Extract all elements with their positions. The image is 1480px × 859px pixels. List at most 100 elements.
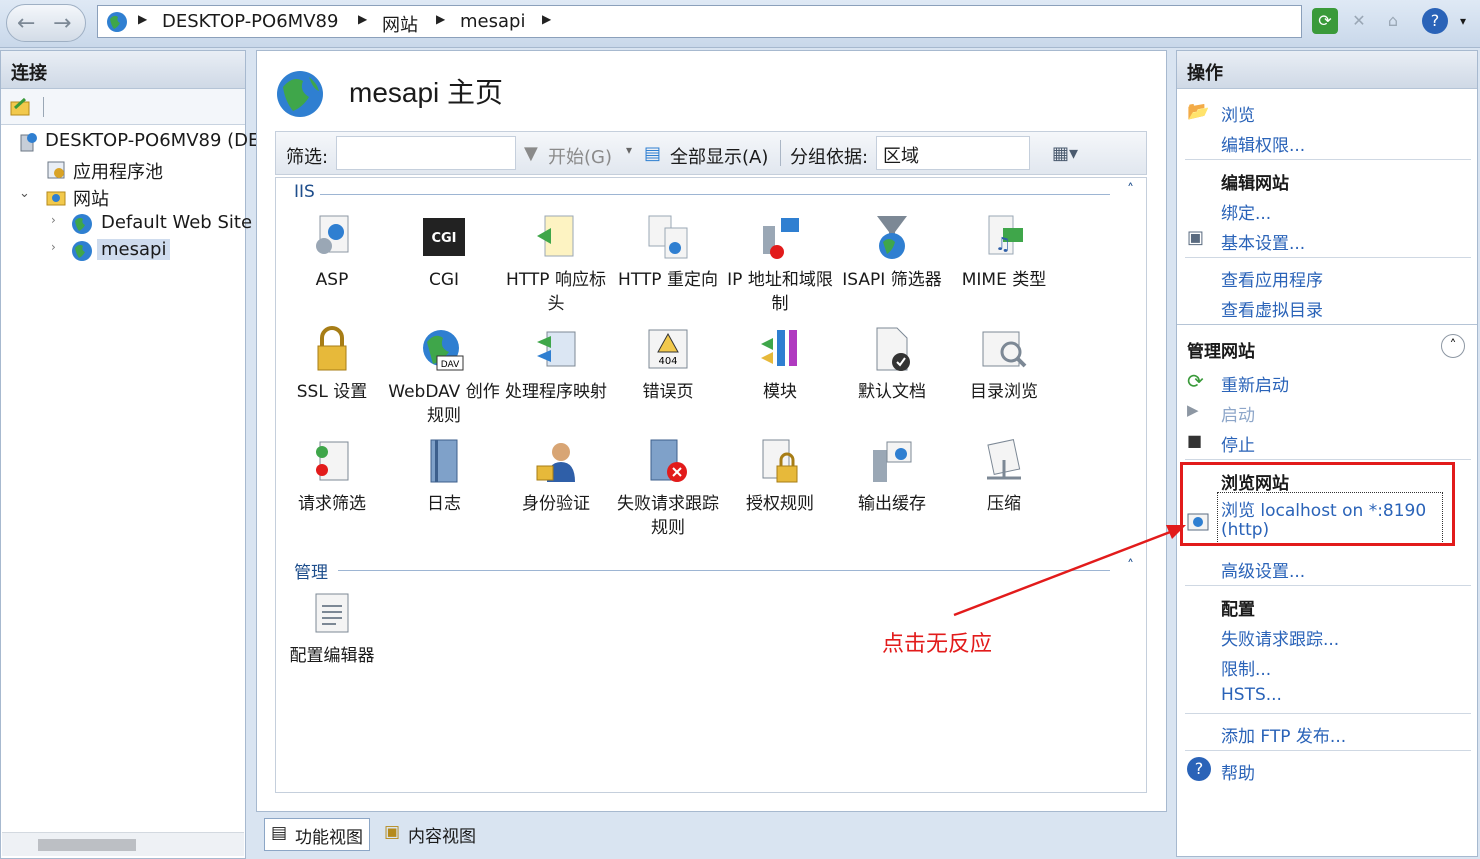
actions-title: 操作: [1177, 51, 1477, 89]
feature-label: CGI: [428, 270, 460, 290]
breadcrumb-server[interactable]: DESKTOP-PO6MV89: [162, 11, 338, 32]
authorization-rules-icon: [762, 439, 798, 483]
svg-text:404: 404: [658, 356, 677, 367]
filter-funnel-icon: ▼: [524, 143, 538, 164]
collapse-section-icon[interactable]: ˄: [1441, 334, 1465, 358]
request-filtering-icon: [316, 441, 349, 481]
sites-folder-icon: [46, 191, 66, 206]
feature-ssl-settings[interactable]: SSL 设置: [276, 326, 388, 404]
feature-directory-browsing[interactable]: 目录浏览: [948, 326, 1060, 404]
breadcrumb-arrow-icon: ▶: [542, 12, 552, 26]
server-icon: [20, 133, 37, 152]
feature-authorization-rules[interactable]: 授权规则: [724, 438, 836, 516]
breadcrumb-arrow-icon: ▶: [436, 12, 446, 26]
content-view-icon: ▣: [384, 822, 401, 842]
feature-asp[interactable]: ASP: [276, 214, 388, 292]
tab-label: 内容视图: [408, 827, 476, 847]
action-hsts[interactable]: HSTS...: [1221, 685, 1282, 705]
features-view-icon: ▤: [271, 823, 288, 843]
feature-label: 授权规则: [746, 494, 814, 514]
tab-content-view[interactable]: ▣ 内容视图: [378, 818, 482, 851]
breadcrumb-arrow-icon: ▶: [138, 12, 148, 26]
feature-webdav[interactable]: DAV WebDAV 创作规则: [388, 326, 500, 428]
stop-icon[interactable]: ✕: [1346, 8, 1372, 34]
scrollbar-thumb[interactable]: [38, 839, 136, 851]
collapse-caret-icon[interactable]: ˄: [1127, 182, 1134, 198]
tree-expand-icon[interactable]: ⌄: [19, 186, 30, 201]
action-view-applications[interactable]: 查看应用程序: [1221, 266, 1323, 291]
feature-mime-types[interactable]: ♫ MIME 类型: [948, 214, 1060, 292]
help-dropdown-icon[interactable]: ▾: [1450, 8, 1476, 34]
tree-label-sites: 网站: [73, 189, 109, 210]
action-stop[interactable]: 停止: [1221, 431, 1255, 456]
action-browse[interactable]: 浏览: [1221, 101, 1255, 126]
action-view-virtual-directories[interactable]: 查看虚拟目录: [1221, 296, 1323, 321]
globe-icon: [72, 241, 92, 261]
svg-text:DAV: DAV: [441, 360, 460, 370]
address-bar[interactable]: ▶ DESKTOP-PO6MV89 ▶ 网站 ▶ mesapi ▶: [97, 5, 1302, 38]
feature-http-redirect[interactable]: HTTP 重定向: [612, 214, 724, 292]
horizontal-scrollbar[interactable]: [2, 832, 244, 856]
http-redirect-icon: [648, 215, 688, 259]
browse-folder-icon: 📂: [1187, 101, 1210, 122]
breadcrumb-mesapi[interactable]: mesapi: [460, 11, 525, 32]
home-icon[interactable]: ⌂: [1380, 8, 1406, 34]
action-add-ftp-publishing[interactable]: 添加 FTP 发布...: [1221, 722, 1346, 747]
feature-configuration-editor[interactable]: 配置编辑器: [276, 590, 388, 668]
actions-pane: 操作 📂 浏览 编辑权限... 编辑网站 绑定... ▣ 基本设置... 查看应…: [1176, 50, 1478, 857]
filter-toolbar: 筛选: ▼ 开始(G) ▾ ▤ 全部显示(A) 分组依据: 区域 ▦▾: [275, 131, 1147, 175]
action-edit-permissions[interactable]: 编辑权限...: [1221, 131, 1305, 156]
back-arrow-icon[interactable]: ←: [17, 11, 35, 36]
refresh-icon[interactable]: ⟳: [1312, 8, 1338, 34]
section-configure: 配置: [1221, 600, 1255, 620]
feature-ip-restrictions[interactable]: IP 地址和域限制: [724, 214, 836, 316]
feature-cgi[interactable]: CGI CGI: [388, 214, 500, 292]
view-mode-icon[interactable]: ▦▾: [1052, 143, 1078, 164]
start-filter-button[interactable]: 开始(G): [548, 143, 612, 169]
tree-collapse-icon[interactable]: ›: [51, 240, 56, 254]
filter-input[interactable]: [336, 136, 516, 170]
view-tabs: ▤ 功能视图 ▣ 内容视图: [256, 815, 1167, 855]
group-header-iis[interactable]: IIS ˄: [276, 182, 1146, 206]
feature-request-filtering[interactable]: 请求筛选: [276, 438, 388, 516]
action-advanced-settings[interactable]: 高级设置...: [1221, 557, 1305, 582]
feature-output-caching[interactable]: 输出缓存: [836, 438, 948, 516]
feature-failed-request-tracing[interactable]: 失败请求跟踪规则: [612, 438, 724, 540]
show-all-button[interactable]: 全部显示(A): [670, 143, 768, 169]
feature-logging[interactable]: 日志: [388, 438, 500, 516]
feature-label: 目录浏览: [970, 382, 1038, 402]
feature-compression[interactable]: 压缩: [948, 438, 1060, 516]
group-by-select[interactable]: 区域: [876, 136, 1030, 170]
breadcrumb-sites[interactable]: 网站: [382, 11, 418, 37]
action-restart[interactable]: 重新启动: [1221, 371, 1289, 396]
tab-features-view[interactable]: ▤ 功能视图: [264, 818, 370, 851]
action-basic-settings[interactable]: 基本设置...: [1221, 229, 1305, 254]
feature-isapi-filters[interactable]: ISAPI 筛选器: [836, 214, 948, 292]
breadcrumb-arrow-icon: ▶: [358, 12, 368, 26]
feature-http-response-headers[interactable]: HTTP 响应标头: [500, 214, 612, 316]
feature-handler-mappings[interactable]: 处理程序映射: [500, 326, 612, 404]
directory-browsing-icon: [982, 331, 1027, 368]
webdav-icon: DAV: [423, 330, 464, 371]
feature-label: 请求筛选: [298, 494, 366, 514]
svg-text:♫: ♫: [995, 234, 1011, 255]
modules-icon: [761, 330, 797, 366]
feature-default-document[interactable]: 默认文档: [836, 326, 948, 404]
action-start[interactable]: 启动: [1221, 401, 1255, 426]
feature-authentication[interactable]: 身份验证: [500, 438, 612, 516]
tab-label: 功能视图: [295, 828, 363, 848]
feature-label: SSL 设置: [296, 382, 368, 402]
help-icon[interactable]: ?: [1422, 8, 1448, 34]
forward-arrow-icon[interactable]: →: [53, 11, 71, 36]
action-failed-request-tracing[interactable]: 失败请求跟踪...: [1221, 625, 1339, 650]
feature-modules[interactable]: 模块: [724, 326, 836, 404]
feature-error-pages[interactable]: 404 错误页: [612, 326, 724, 404]
group-title-management: 管理: [294, 563, 328, 583]
connect-icon[interactable]: [9, 96, 31, 118]
action-limits[interactable]: 限制...: [1221, 655, 1271, 680]
tree-collapse-icon[interactable]: ›: [51, 213, 56, 227]
action-help[interactable]: 帮助: [1221, 759, 1255, 784]
action-bindings[interactable]: 绑定...: [1221, 199, 1271, 224]
start-dropdown-icon[interactable]: ▾: [626, 143, 632, 157]
configuration-editor-icon: [315, 593, 349, 633]
